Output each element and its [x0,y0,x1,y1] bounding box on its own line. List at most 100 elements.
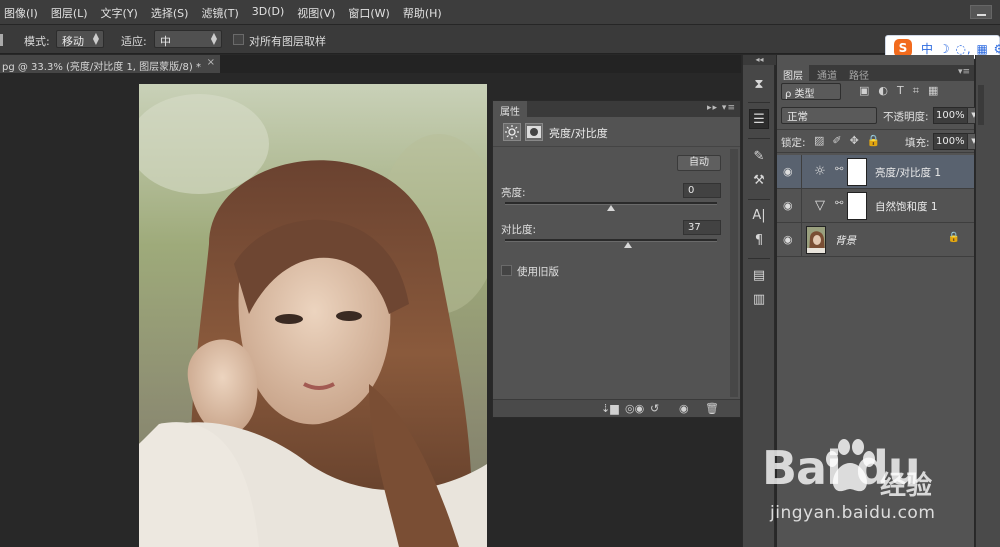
menu-item[interactable]: 图层(L) [47,5,97,21]
blend-mode-select[interactable]: 正常 [781,107,877,124]
trash-icon[interactable]: 🗑 [705,402,719,415]
menu-item[interactable]: 图像(I) [0,5,47,21]
tab-channels[interactable]: 通道 [811,65,843,82]
brightness-slider[interactable] [505,202,717,211]
paragraph-icon[interactable]: ¶ [749,231,769,251]
menu-item[interactable]: 3D(D) [248,5,294,21]
sun-adjustment-icon[interactable] [503,123,521,141]
layer-row-vibrance[interactable]: ◉ ▽ ⚯ 自然饱和度 1 [777,189,974,223]
contrast-input[interactable]: 37 [683,220,721,235]
brush-presets-icon[interactable]: ✎ [749,147,769,167]
lock-icon: 🔒 [947,232,960,243]
sample-all-layers-label: 对所有图层取样 [249,35,326,48]
properties-scrollbar[interactable] [730,149,738,397]
view-previous-icon[interactable]: ◎◉ [625,402,644,415]
layer-name[interactable]: 亮度/对比度 1 [875,165,941,180]
right-dock-strip [975,55,1000,547]
document-tab-bar: pg @ 33.3% (亮度/对比度 1, 图层蒙版/8) * × [0,55,741,73]
history-icon[interactable]: ⧗ [749,75,769,95]
mode-select[interactable]: 移动 ▲ ▼ [56,30,104,48]
filter-type-icon[interactable]: T [897,84,904,98]
opacity-input[interactable]: 100% [933,107,968,124]
lock-paint-icon[interactable]: ✐ [832,134,841,147]
info-icon[interactable]: ▤ [749,266,769,286]
vibrance-triangle-icon: ▽ [815,198,825,213]
panel-dock-icons: ◂◂ ⧗ ☰ ✎ ⚒ A| ¶ ▤ ▥ [742,55,776,547]
menu-item[interactable]: 窗口(W) [344,5,398,21]
visibility-eye-icon[interactable]: ◉ [783,233,793,246]
properties-panel-icon[interactable]: ☰ [749,109,769,129]
lock-position-icon[interactable]: ✥ [850,134,859,147]
portrait-image [139,84,487,547]
clip-to-layer-icon[interactable]: ⇣▆ [601,402,619,415]
document-title: pg @ 33.3% (亮度/对比度 1, 图层蒙版/8) * [2,62,201,73]
lock-all-icon[interactable]: 🔒 [867,134,881,147]
filter-shape-icon[interactable]: ⌗ [913,84,919,98]
dock-scrollbar[interactable] [978,85,984,125]
brightness-input[interactable]: 0 [683,183,721,198]
close-tab-icon[interactable]: × [207,57,215,68]
tab-paths[interactable]: 路径 [843,65,875,82]
contrast-slider-thumb[interactable] [623,242,632,248]
layer-mask-icon[interactable] [525,123,543,141]
layer-mask-thumbnail[interactable] [847,192,867,220]
tool-presets-icon[interactable]: ⚒ [749,171,769,191]
layer-filter-select[interactable]: ρ 类型 [781,83,841,100]
link-icon[interactable]: ⚯ [835,198,843,209]
background-thumbnail[interactable] [806,226,826,254]
layer-row-brightness-contrast[interactable]: ◉ ☼ ⚯ 亮度/对比度 1 [777,155,974,189]
notes-icon[interactable]: ▥ [749,290,769,310]
adapt-label: 适应: [121,35,147,48]
properties-tab[interactable]: 属性 [493,101,527,118]
use-legacy-checkbox[interactable] [501,265,512,276]
minimize-button[interactable] [970,5,992,19]
panel-menu-icon[interactable]: ▸▸ ▾≡ [707,103,736,113]
fill-input[interactable]: 100% [933,133,968,150]
visibility-eye-icon[interactable]: ◉ [679,402,689,415]
character-icon[interactable]: A| [749,206,769,226]
adjustment-title: 亮度/对比度 [549,127,608,140]
lock-row: 锁定: ▨ ✐ ✥ 🔒 填充: 100% ▼ [777,129,981,153]
visibility-eye-icon[interactable]: ◉ [783,199,793,212]
properties-panel: 属性 ▸▸ ▾≡ 亮度/对比度 自动 亮度: 0 对比度: 37 使用旧版 ⇣▆… [492,100,741,418]
layers-panel-header: 图层 通道 路径 ▾≡ [777,65,974,82]
filter-pixel-icon[interactable]: ▣ [859,84,869,98]
visibility-eye-icon[interactable]: ◉ [783,165,793,178]
reset-icon[interactable]: ↺ [650,402,659,415]
document-photo[interactable] [139,84,487,547]
menu-item[interactable]: 滤镜(T) [197,5,247,21]
lock-label: 锁定: [781,137,806,149]
use-legacy-label: 使用旧版 [517,266,559,278]
link-icon[interactable]: ⚯ [835,164,843,175]
menu-item[interactable]: 视图(V) [293,5,344,21]
tool-preset-edge[interactable] [0,34,3,46]
layer-name[interactable]: 自然饱和度 1 [875,199,938,214]
document-tab[interactable]: pg @ 33.3% (亮度/对比度 1, 图层蒙版/8) * × [0,55,220,73]
sample-all-layers-checkbox[interactable] [233,34,244,45]
mode-label: 模式: [24,35,50,48]
properties-footer: ⇣▆ ◎◉ ↺ ◉ 🗑 [493,399,740,417]
adjustment-header: 亮度/对比度 [493,117,740,147]
lock-transparency-icon[interactable]: ▨ [814,134,824,147]
opacity-label: 不透明度: [883,111,929,123]
brightness-label: 亮度: [501,187,526,199]
layers-panel-menu-icon[interactable]: ▾≡ [958,67,970,77]
properties-panel-header: 属性 ▸▸ ▾≡ [493,101,740,118]
tab-layers[interactable]: 图层 [777,65,809,82]
filter-smart-object-icon[interactable]: ▦ [928,84,938,98]
menu-item[interactable]: 选择(S) [147,5,198,21]
contrast-slider[interactable] [505,239,717,248]
collapse-panels-icon[interactable]: ◂◂ [743,55,776,65]
layer-mask-thumbnail[interactable] [847,158,867,186]
layer-name[interactable]: 背景 [835,233,856,248]
fill-label: 填充: [905,137,930,149]
brightness-slider-thumb[interactable] [607,205,615,211]
filter-adjustment-icon[interactable]: ◐ [878,84,888,98]
menu-item[interactable]: 文字(Y) [97,5,147,21]
menu-item[interactable]: 帮助(H) [399,5,451,21]
layer-filter-icons: ▣ ◐ T ⌗ ▦ [859,84,938,98]
layer-row-background[interactable]: ◉ 背景 🔒 [777,223,974,257]
adapt-select[interactable]: 中 ▲ ▼ [154,30,222,48]
options-bar: 模式: 移动 ▲ ▼ 适应: 中 ▲ ▼ 对所有图层取样 [0,25,1000,54]
auto-button[interactable]: 自动 [677,155,721,171]
